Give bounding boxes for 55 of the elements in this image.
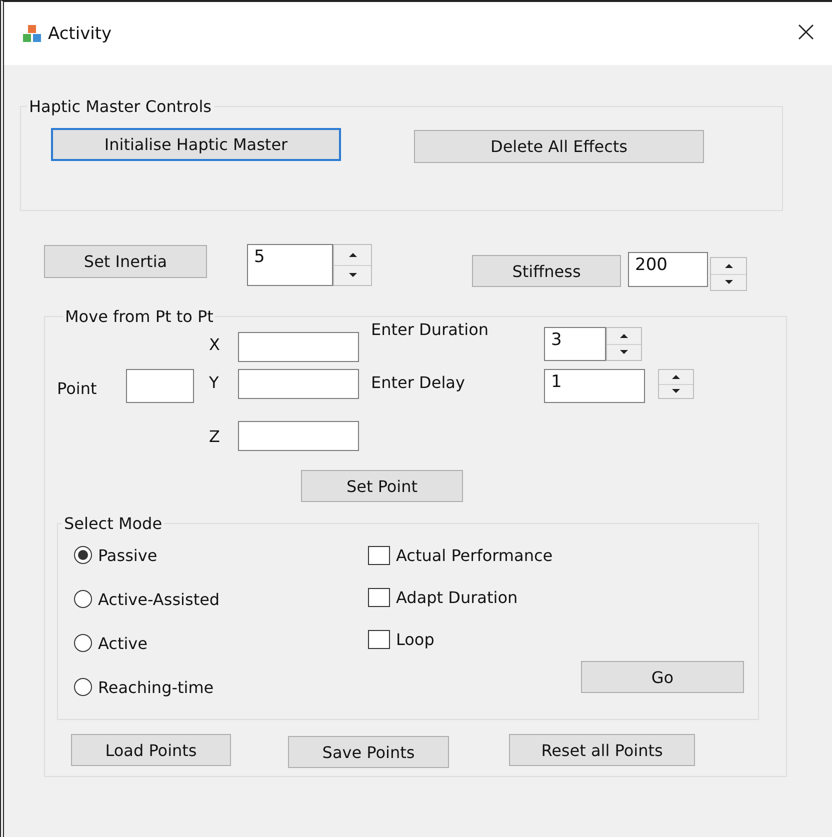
radio-label: Passive: [98, 546, 158, 564]
down-arrow-icon: [348, 273, 356, 278]
radio-button[interactable]: [74, 678, 92, 696]
up-arrow-icon: [620, 334, 628, 338]
point-field[interactable]: [126, 369, 194, 403]
group-title: Move from Pt to Pt: [64, 307, 214, 326]
delete-button[interactable]: Delete All Effects: [414, 130, 704, 163]
group-title: Select Mode: [63, 514, 164, 533]
coordinate-label: X: [209, 334, 221, 354]
delay-label: Enter Delay: [371, 373, 466, 392]
duration-field[interactable]: 3: [544, 327, 606, 361]
coordinate-field[interactable]: [238, 332, 359, 362]
coordinate-label: Y: [209, 373, 220, 392]
mode-radio[interactable]: Passive: [74, 543, 368, 567]
radio-label: Reaching-time: [98, 678, 214, 696]
radio-button[interactable]: [74, 634, 92, 652]
go-button[interactable]: Go: [581, 661, 744, 693]
mode-radio[interactable]: Reaching-time: [74, 675, 368, 699]
points-button[interactable]: Reset all Points: [509, 734, 695, 766]
blocks-icon: [22, 24, 42, 44]
mode-radio[interactable]: Active-Assisted: [74, 587, 368, 611]
coordinate-field[interactable]: [238, 369, 359, 399]
checkbox-label: Adapt Duration: [396, 588, 518, 606]
set-point-button[interactable]: Set Point: [301, 470, 463, 502]
down-arrow-icon: [672, 389, 680, 394]
up-arrow-icon: [672, 374, 680, 379]
radio-button[interactable]: [74, 590, 92, 608]
checkbox-label: Loop: [396, 630, 434, 648]
points-button[interactable]: Save Points: [288, 736, 449, 768]
down-arrow-icon: [724, 280, 732, 284]
checkbox-label: Actual Performance: [396, 546, 553, 564]
close-icon[interactable]: [798, 24, 814, 40]
point-label: Point: [57, 379, 98, 398]
stiffness-field[interactable]: 200: [628, 252, 708, 287]
checkbox[interactable]: [368, 630, 390, 648]
up-arrow-icon: [348, 252, 356, 257]
points-button[interactable]: Load Points: [71, 734, 231, 766]
coordinate-label: Z: [209, 426, 221, 446]
initialise-button[interactable]: Initialise Haptic Master: [51, 128, 341, 161]
delay-field[interactable]: 1: [544, 369, 645, 403]
inertia-field[interactable]: 5: [247, 244, 333, 286]
checkbox[interactable]: [368, 588, 390, 606]
mode-radio[interactable]: Active: [74, 631, 368, 655]
window-title: Activity: [48, 24, 112, 44]
radio-label: Active: [98, 634, 148, 652]
radio-button[interactable]: [74, 546, 92, 564]
duration-label: Enter Duration: [371, 320, 490, 339]
coordinate-field[interactable]: [238, 421, 359, 451]
checkbox[interactable]: [368, 546, 390, 564]
up-arrow-icon: [724, 264, 732, 268]
down-arrow-icon: [620, 350, 628, 354]
stiffness-button[interactable]: Stiffness: [472, 255, 621, 287]
set-inertia-button[interactable]: Set Inertia: [44, 245, 207, 278]
radio-label: Active-Assisted: [98, 590, 220, 608]
group-title: Haptic Master Controls: [28, 97, 212, 116]
